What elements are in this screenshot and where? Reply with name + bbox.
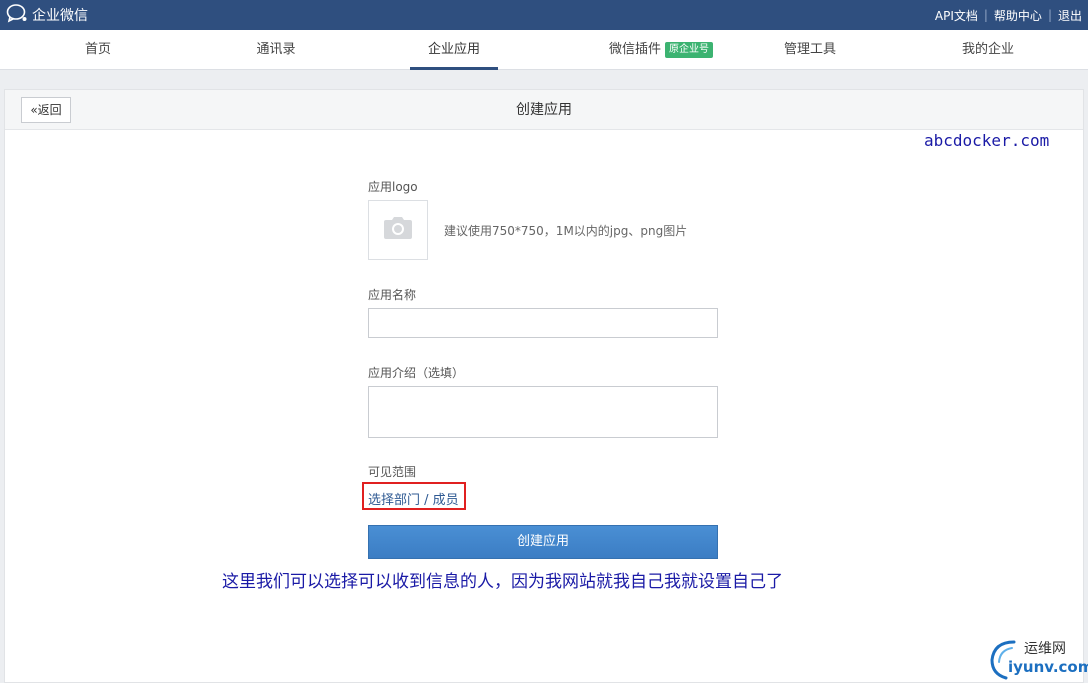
top-bar: 企业微信 API文档 | 帮助中心 | 退出 (0, 0, 1088, 30)
tab-my-enterprise[interactable]: 我的企业 (948, 30, 1028, 70)
tab-wechat-plugin[interactable]: 微信插件 原企业号 (596, 30, 726, 70)
select-members-link[interactable]: 选择部门 / 成员 (368, 489, 459, 508)
back-label: 返回 (37, 103, 62, 117)
divider: | (1047, 8, 1052, 22)
main-nav: 首页 通讯录 企业应用 微信插件 原企业号 管理工具 我的企业 (0, 30, 1088, 70)
app-name-label: 应用名称 (368, 288, 417, 302)
top-links: API文档 | 帮助中心 | 退出 (935, 0, 1082, 30)
brand[interactable]: 企业微信 (6, 4, 88, 26)
logout-link[interactable]: 退出 (1058, 7, 1082, 24)
status-badge: 原企业号 (665, 42, 713, 58)
tab-home[interactable]: 首页 (62, 30, 134, 70)
site-watermark: 运维网 iyunv.com (984, 636, 1088, 680)
panel-header: 创建应用 «返回 (5, 90, 1083, 130)
brand-name: 企业微信 (32, 8, 88, 24)
logo-label: 应用logo (368, 180, 418, 194)
highlight-box: 选择部门 / 成员 (362, 482, 466, 510)
watermark-text: abcdocker.com (924, 131, 1050, 150)
app-name-input[interactable] (368, 308, 718, 338)
double-chevron-left-icon: « (30, 103, 38, 117)
api-docs-link[interactable]: API文档 (935, 7, 978, 24)
create-app-button[interactable]: 创建应用 (368, 525, 718, 559)
app-desc-input[interactable] (368, 386, 718, 438)
logo-upload[interactable] (368, 200, 428, 260)
annotation-text: 这里我们可以选择可以收到信息的人，因为我网站就我自己我就设置自己了 (222, 572, 783, 592)
site-name-cn: 运维网 (1024, 641, 1066, 657)
tab-management-tools[interactable]: 管理工具 (770, 30, 850, 70)
logo-hint: 建议使用750*750，1M以内的jpg、png图片 (444, 224, 688, 238)
site-name-en: iyunv.com (1008, 658, 1088, 676)
app-desc-label: 应用介绍（选填） (368, 366, 465, 380)
page-title: 创建应用 (516, 102, 572, 118)
visibility-label: 可见范围 (368, 465, 417, 479)
chat-bubble-icon (6, 3, 32, 27)
tab-enterprise-apps[interactable]: 企业应用 (410, 30, 498, 70)
camera-icon (383, 216, 413, 244)
divider: | (983, 8, 988, 22)
tab-contacts[interactable]: 通讯录 (238, 30, 314, 70)
help-center-link[interactable]: 帮助中心 (994, 7, 1042, 24)
back-button[interactable]: «返回 (21, 97, 71, 123)
